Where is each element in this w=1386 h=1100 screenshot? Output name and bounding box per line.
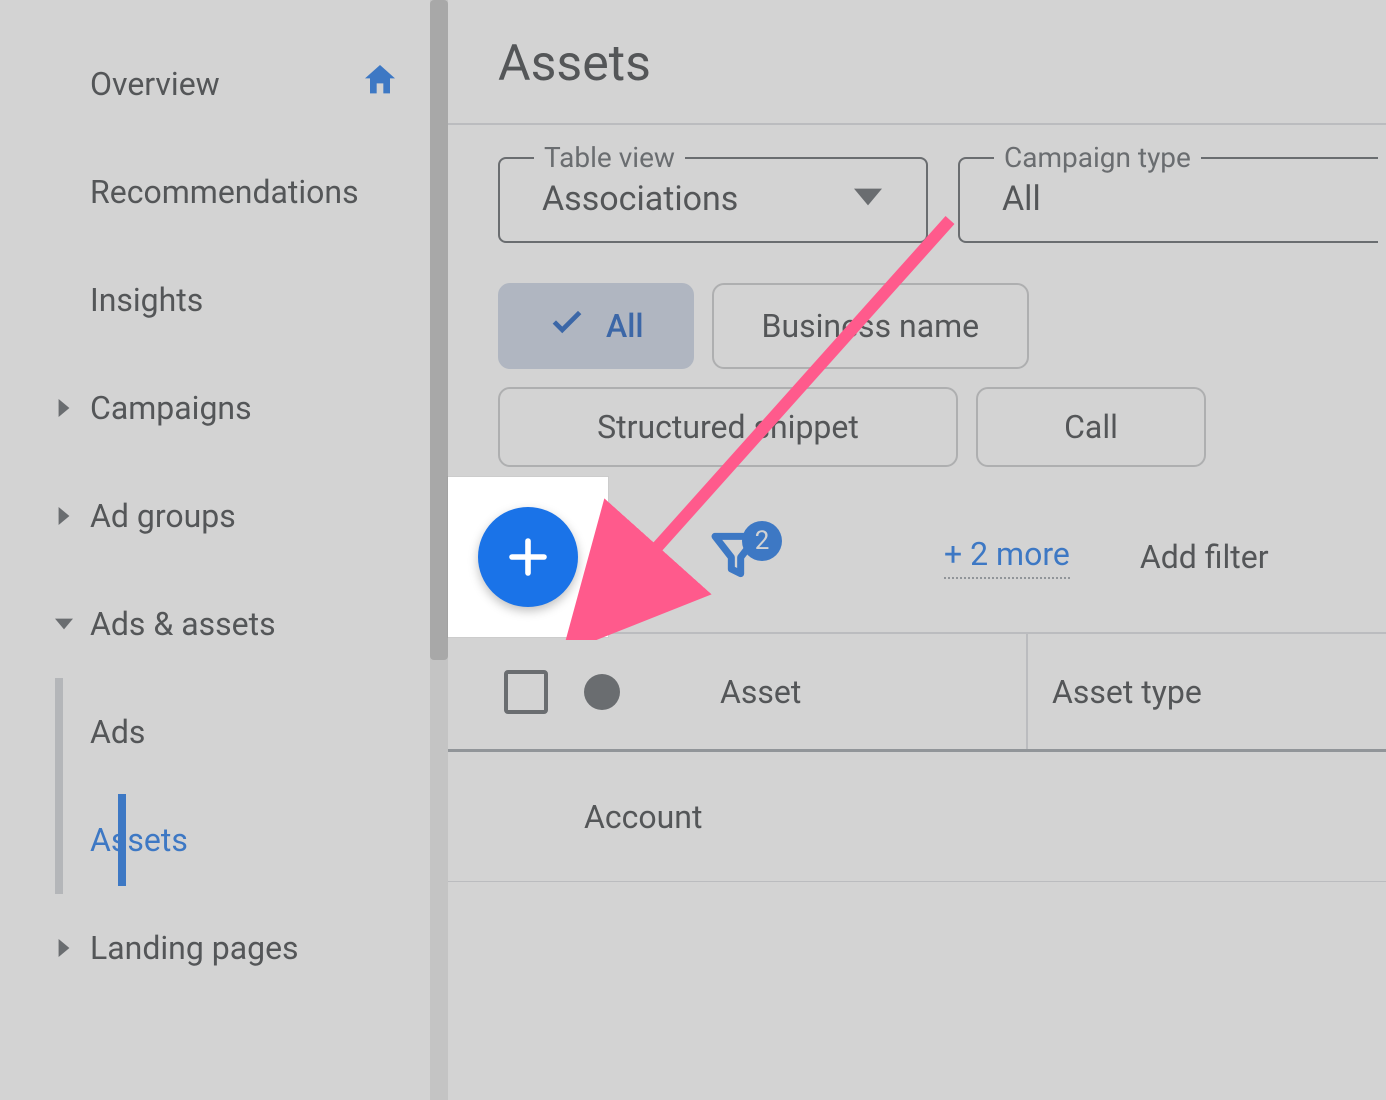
caret-right-icon [55,939,73,957]
sidebar-subgroup: Ads Assets [55,678,430,894]
main-content: Assets Table view Associations Campaign … [448,0,1386,1100]
status-column-icon [584,674,620,710]
sidebar-item-assets[interactable]: Assets [63,786,430,894]
sidebar-item-ads-assets[interactable]: Ads & assets [0,570,430,678]
column-label: Asset type [1052,673,1202,711]
field-legend: Campaign type [994,141,1201,174]
sidebar-item-label: Ads [90,713,145,751]
filter-icon-button[interactable]: 2 [708,527,764,587]
page-title: Assets [448,0,1386,123]
filter-bar: 2 + 2 more Add filter [448,482,1386,632]
campaign-type-select[interactable]: Campaign type All [958,157,1378,243]
column-asset[interactable]: Asset [720,673,1026,711]
sidebar-scrollbar[interactable] [430,0,448,1100]
sidebar-item-ads[interactable]: Ads [63,678,430,786]
chip-label: Structured snippet [597,408,859,446]
sidebar: Overview Recommendations Insights Campai… [0,0,430,1100]
sidebar-item-label: Recommendations [90,173,359,211]
sidebar-item-label: Assets [90,821,188,859]
add-button[interactable] [478,507,578,607]
add-filter-button[interactable]: Add filter [1140,538,1269,576]
sidebar-item-ad-groups[interactable]: Ad groups [0,462,430,570]
active-indicator [118,794,126,886]
caret-down-icon [55,615,73,633]
controls: Table view Associations Campaign type Al… [448,125,1386,467]
field-legend: Table view [534,141,685,174]
table-row[interactable]: Account [448,752,1386,882]
select-all-checkbox[interactable] [504,670,548,714]
sidebar-item-insights[interactable]: Insights [0,246,430,354]
fab-highlight [448,477,608,637]
filter-count-badge: 2 [742,521,782,561]
chip-all[interactable]: All [498,283,694,369]
sidebar-item-label: Ad groups [90,497,236,535]
table-header: Asset Asset type [448,632,1386,752]
sidebar-item-label: Landing pages [90,929,299,967]
chip-structured-snippet[interactable]: Structured snippet [498,387,958,467]
sidebar-item-overview[interactable]: Overview [0,30,430,138]
more-filters-link[interactable]: + 2 more [944,535,1070,579]
check-icon [548,303,586,349]
chip-business-name[interactable]: Business name [712,283,1030,369]
sidebar-item-recommendations[interactable]: Recommendations [0,138,430,246]
sidebar-item-label: Insights [90,281,203,319]
chip-label: Call [1064,408,1118,446]
caret-right-icon [55,507,73,525]
chip-label: Business name [762,307,980,345]
field-value: All [1002,179,1041,219]
row-asset-value: Account [584,798,702,836]
sidebar-item-label: Ads & assets [90,605,276,643]
sidebar-item-label: Overview [90,65,220,103]
home-icon [360,60,400,108]
caret-right-icon [55,399,73,417]
chevron-down-icon [854,183,882,215]
sidebar-item-landing-pages[interactable]: Landing pages [0,894,430,1002]
field-value: Associations [542,179,738,219]
chip-label: All [606,307,644,345]
sidebar-item-campaigns[interactable]: Campaigns [0,354,430,462]
chip-call[interactable]: Call [976,387,1206,467]
column-asset-type[interactable]: Asset type [1026,634,1386,749]
sidebar-item-label: Campaigns [90,389,252,427]
table-view-select[interactable]: Table view Associations [498,157,928,243]
